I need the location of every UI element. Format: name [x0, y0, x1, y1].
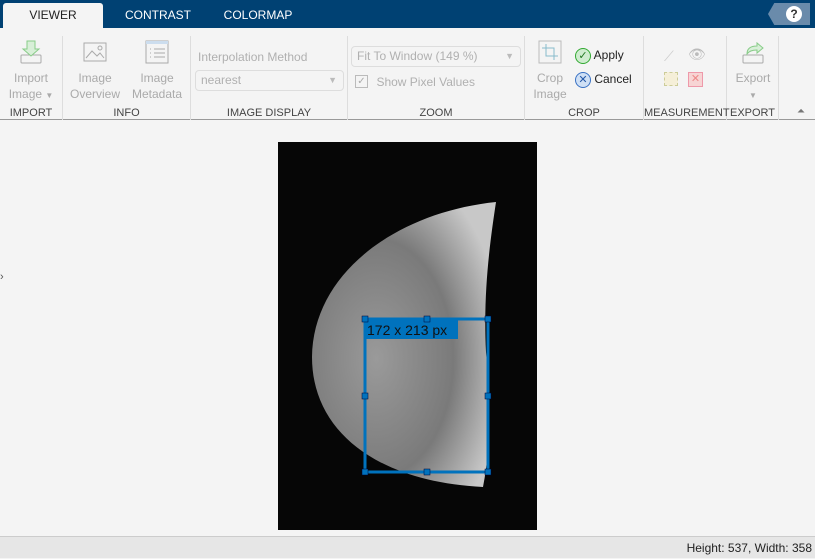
expand-panel-icon[interactable]: ›: [0, 271, 4, 283]
tab-contrast[interactable]: CONTRAST: [108, 3, 208, 28]
interpolation-label: Interpolation Method: [198, 50, 308, 64]
check-circle-icon: ✓: [575, 48, 591, 64]
zoom-dropdown[interactable]: Fit To Window (149 %) ▼: [351, 46, 521, 67]
import-image-button[interactable]: Import Image ▼: [6, 38, 56, 104]
tab-bar: VIEWER CONTRAST COLORMAP ?: [0, 0, 815, 28]
info-section: Image Overview Image Metadata INFO: [63, 36, 191, 120]
checkmark-icon: ✓: [355, 75, 368, 89]
zoom-section: Fit To Window (149 %) ▼ ✓ Show Pixel Valu…: [348, 36, 525, 120]
zoom-section-label: ZOOM: [419, 107, 453, 119]
question-icon: ?: [786, 6, 802, 22]
interpolation-dropdown[interactable]: nearest ▼: [195, 70, 344, 91]
export-button[interactable]: Export ▼: [731, 38, 775, 104]
eye-icon[interactable]: 👁: [688, 46, 706, 63]
moon-image[interactable]: 172 x 213 px: [278, 142, 537, 530]
chevron-down-icon: ▼: [505, 51, 514, 61]
cancel-button[interactable]: ✕ Cancel: [575, 72, 632, 88]
crop-image-button[interactable]: Crop Image: [529, 38, 571, 102]
help-button[interactable]: ?: [768, 3, 810, 25]
import-icon: [20, 40, 42, 64]
image-display-section: Interpolation Method nearest ▼ IMAGE DISP…: [191, 36, 348, 120]
image-display-section-label: IMAGE DISPLAY: [226, 107, 312, 119]
delete-icon[interactable]: ✕: [688, 72, 703, 87]
export-section: Export ▼ EXPORT: [727, 36, 779, 120]
export-icon: [742, 41, 764, 64]
status-bar: Height: 537, Width: 358: [0, 536, 815, 558]
info-section-label: INFO: [113, 107, 140, 119]
tab-colormap[interactable]: COLORMAP: [215, 3, 301, 28]
import-section-label: IMPORT: [9, 107, 53, 119]
image-icon: [83, 42, 107, 62]
export-section-label: EXPORT: [729, 107, 776, 119]
image-overview-button[interactable]: Image Overview: [67, 38, 123, 102]
crop-size-label: 172 x 213 px: [367, 322, 447, 338]
show-pixel-values-checkbox[interactable]: ✓ Show Pixel Values: [355, 73, 475, 91]
measurement-section-label: MEASUREMENT: [644, 107, 730, 119]
collapse-toolstrip-icon[interactable]: ⏶: [797, 106, 805, 117]
x-circle-icon: ✕: [575, 72, 591, 88]
image-metadata-button[interactable]: Image Metadata: [127, 38, 187, 102]
region-icon[interactable]: [664, 72, 678, 86]
tab-viewer[interactable]: VIEWER: [3, 3, 103, 28]
import-section: Import Image ▼ IMPORT: [0, 36, 63, 120]
ruler-icon[interactable]: ⟋: [664, 48, 674, 65]
list-icon: [145, 40, 169, 64]
image-viewer: › 172 x 213 px: [0, 121, 815, 536]
chevron-down-icon: ▼: [328, 75, 337, 85]
measurement-section: ⟋ 👁 ✕ MEASUREMENT: [644, 36, 730, 120]
crop-icon: [538, 40, 562, 64]
apply-button[interactable]: ✓ Apply: [575, 48, 624, 64]
crop-section-label: CROP: [568, 107, 600, 119]
crop-section: Crop Image ✓ Apply ✕ Cancel CROP: [525, 36, 644, 120]
image-size-status: Height: 537, Width: 358: [686, 541, 812, 555]
toolstrip: Import Image ▼ IMPORT Image Overview Image…: [0, 28, 815, 120]
